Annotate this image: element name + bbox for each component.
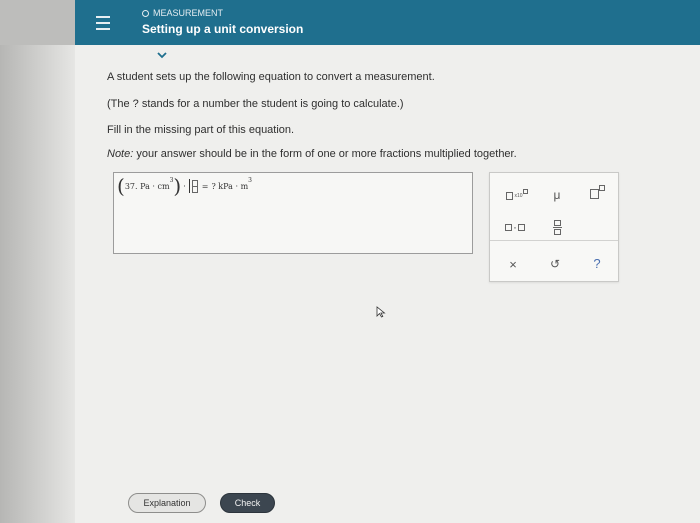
circle-icon (142, 9, 149, 17)
explanation-button[interactable]: Explanation (128, 493, 206, 513)
equation-rhs: ? kPa · m (211, 181, 249, 191)
note-text: your answer should be in the form of one… (133, 148, 517, 160)
undo-button[interactable]: ↺ (546, 255, 564, 273)
fraction-key[interactable] (548, 216, 566, 238)
question-panel (0, 45, 700, 523)
question-line-1: A student sets up the following equation… (107, 71, 435, 83)
equals-sign: = (201, 181, 209, 191)
question-line-2: (The ? stands for a number the student i… (107, 98, 404, 110)
mu-key[interactable]: μ (548, 186, 566, 204)
page-title: Setting up a unit conversion (142, 22, 304, 36)
text-cursor (188, 179, 190, 193)
sci-label: x10 (514, 193, 523, 199)
multiply-dot: · (183, 181, 186, 191)
mouse-pointer-icon (376, 305, 386, 323)
question-note: Note: your answer should be in the form … (107, 148, 517, 160)
open-paren: ( (117, 174, 125, 198)
breadcrumb-label: MEASUREMENT (153, 8, 224, 18)
equation: ( 37. Pa · cm 3 ) · = ? kPa · m 3 (117, 175, 252, 197)
math-keypad: x10 μ · × ↺ ? (489, 172, 619, 282)
clear-button[interactable]: × (504, 255, 522, 273)
chevron-down-icon[interactable] (154, 49, 170, 61)
rhs-exponent: 3 (248, 176, 252, 184)
exponent-key[interactable] (586, 184, 608, 204)
keypad-divider (490, 240, 618, 241)
note-label: Note: (107, 148, 134, 160)
multiply-dot-glyph: · (513, 220, 517, 234)
fraction-slot[interactable] (191, 179, 198, 193)
multiply-key[interactable]: · (502, 219, 528, 235)
breadcrumb: MEASUREMENT (142, 8, 223, 18)
panel-shadow (0, 45, 75, 523)
equation-lhs: 37. Pa · cm (124, 181, 170, 191)
sci-notation-key[interactable]: x10 (504, 187, 530, 205)
help-button[interactable]: ? (588, 254, 606, 272)
question-line-3: Fill in the missing part of this equatio… (107, 124, 295, 136)
close-paren: ) (173, 174, 182, 198)
lhs-exponent: 3 (169, 176, 174, 184)
menu-icon[interactable] (83, 0, 123, 45)
check-button[interactable]: Check (220, 493, 275, 513)
